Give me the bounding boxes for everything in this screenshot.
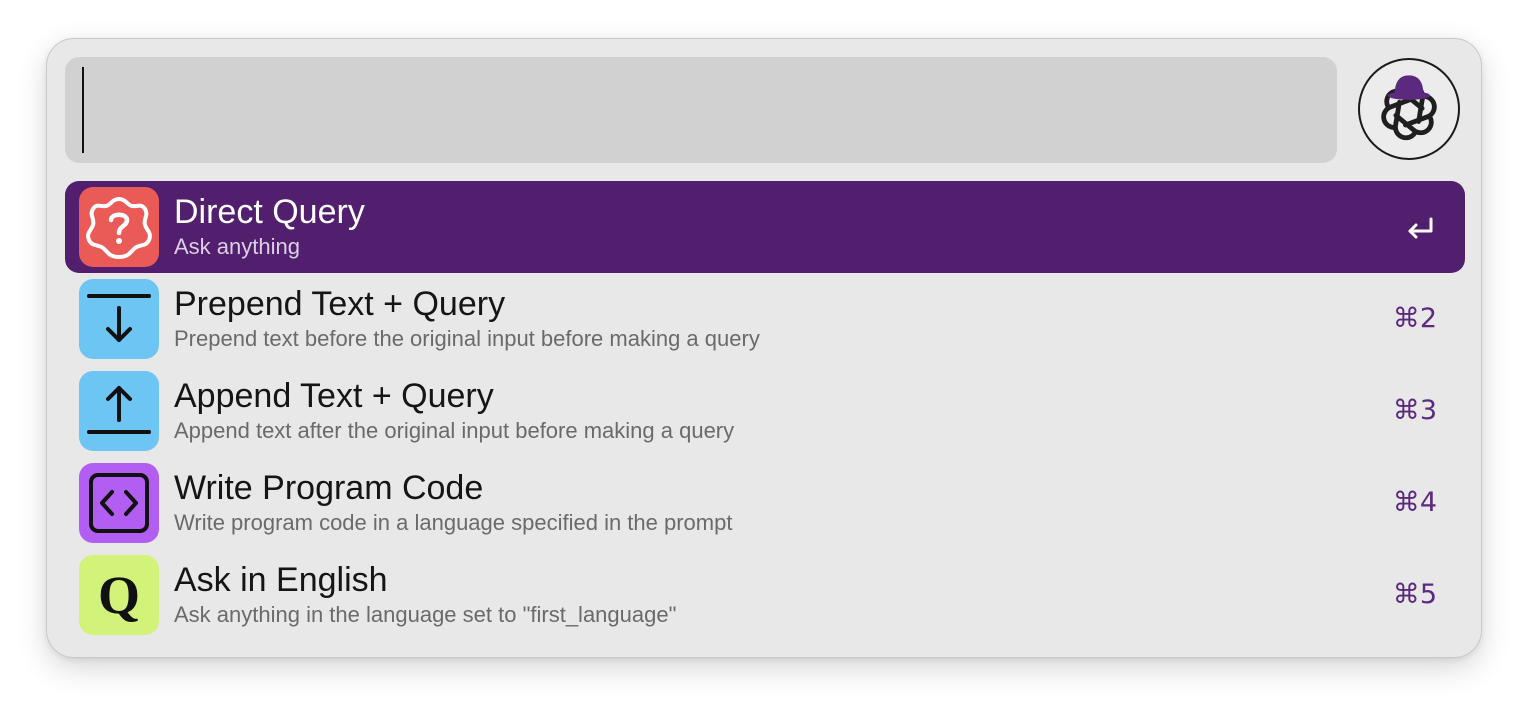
result-title: Write Program Code [174, 469, 484, 507]
results-list: Direct Query Ask anything Prepend Text +… [65, 181, 1465, 641]
result-subtitle: Append text after the original input bef… [174, 418, 735, 443]
result-append-text-query[interactable]: Append Text + Query Append text after th… [65, 365, 1465, 457]
result-title: Direct Query [174, 193, 365, 231]
result-prepend-text-query[interactable]: Prepend Text + Query Prepend text before… [65, 273, 1465, 365]
arrow-up-from-line-icon [79, 371, 159, 451]
result-ask-in-english[interactable]: Q Ask in English Ask anything in the lan… [65, 549, 1465, 641]
keyboard-shortcut: ⌘3 [1392, 395, 1437, 426]
launcher-window: Direct Query Ask anything Prepend Text +… [46, 38, 1482, 658]
result-subtitle: Ask anything [174, 234, 300, 259]
result-subtitle: Ask anything in the language set to "fir… [174, 602, 677, 627]
arrow-down-to-line-icon [79, 279, 159, 359]
letter-q-icon: Q [79, 555, 159, 635]
search-bar[interactable] [65, 57, 1337, 163]
openai-knot-with-hat-icon[interactable] [1358, 58, 1460, 160]
openai-logo-svg [1381, 75, 1437, 141]
return-key-icon [1408, 217, 1433, 239]
keyboard-shortcut: ⌘5 [1392, 579, 1437, 610]
result-write-program-code[interactable]: Write Program Code Write program code in… [65, 457, 1465, 549]
result-title: Ask in English [174, 561, 388, 599]
svg-text:Q: Q [98, 565, 140, 625]
text-caret [82, 67, 84, 153]
result-subtitle: Prepend text before the original input b… [174, 326, 760, 351]
keyboard-shortcut: ⌘4 [1392, 487, 1437, 518]
keyboard-shortcut: ⌘2 [1392, 303, 1437, 334]
result-title: Append Text + Query [174, 377, 494, 415]
result-subtitle: Write program code in a language specifi… [174, 510, 733, 535]
result-title: Prepend Text + Query [174, 285, 506, 323]
code-brackets-icon [79, 463, 159, 543]
question-badge-icon [79, 187, 159, 267]
search-input[interactable] [65, 57, 1337, 163]
result-direct-query[interactable]: Direct Query Ask anything [65, 181, 1465, 273]
